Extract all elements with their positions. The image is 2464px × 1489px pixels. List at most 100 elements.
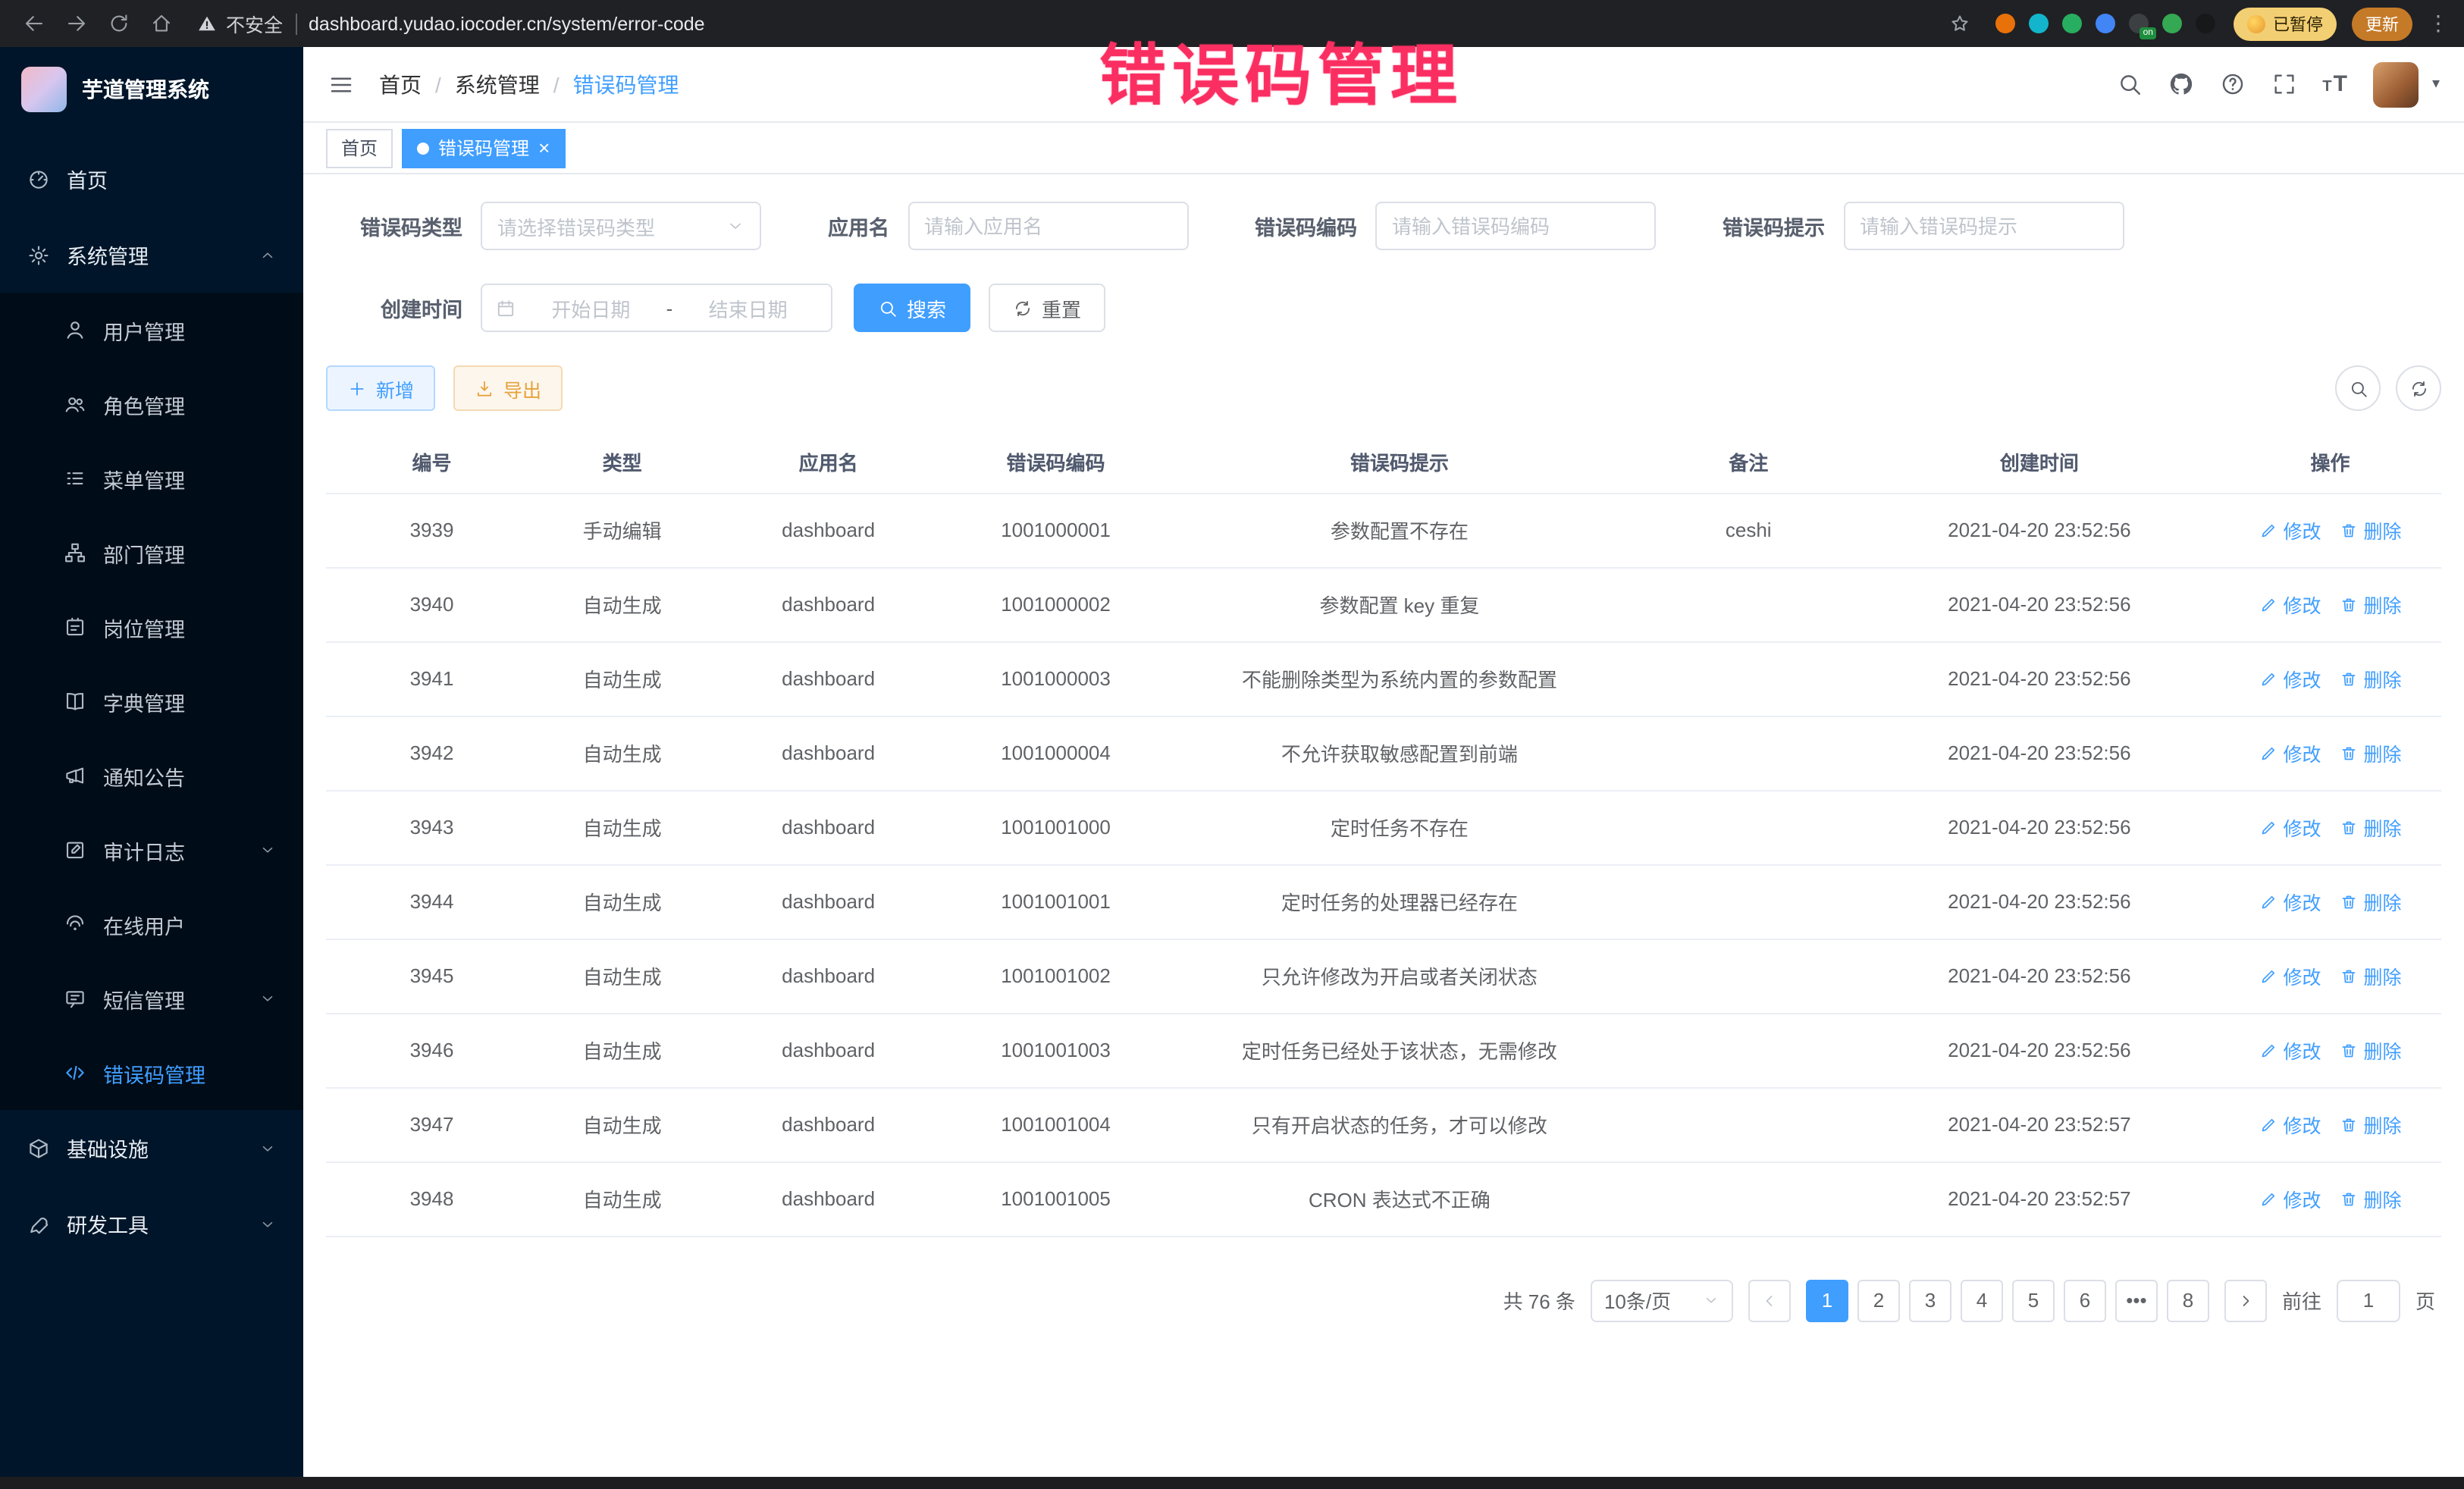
sidebar-item-audit-log[interactable]: 审计日志 (0, 813, 303, 887)
table-search-button[interactable] (2335, 365, 2381, 411)
page-button[interactable]: 4 (1961, 1279, 2003, 1321)
font-size-icon[interactable]: TT (2322, 73, 2347, 96)
help-icon[interactable] (2219, 71, 2245, 97)
page-button[interactable]: 6 (2064, 1279, 2106, 1321)
user-avatar[interactable] (2373, 61, 2419, 107)
tab-close-icon[interactable]: × (538, 138, 550, 158)
sidebar-item-online-user[interactable]: 在线用户 (0, 887, 303, 961)
app-name-input[interactable] (924, 215, 1171, 237)
delete-link[interactable]: 删除 (2340, 738, 2402, 767)
delete-link[interactable]: 删除 (2340, 813, 2402, 842)
pencil-icon (2259, 1190, 2277, 1208)
filter-app-name: 应用名 (828, 202, 1188, 250)
delete-link[interactable]: 删除 (2340, 887, 2402, 916)
delete-link[interactable]: 删除 (2340, 1184, 2402, 1213)
extension-icon[interactable] (2162, 14, 2182, 33)
delete-link[interactable]: 删除 (2340, 1110, 2402, 1139)
delete-link[interactable]: 删除 (2340, 664, 2402, 693)
next-page-button[interactable] (2224, 1279, 2267, 1321)
breadcrumb-item[interactable]: 首页 (379, 69, 422, 99)
page-button[interactable]: 2 (1857, 1279, 1900, 1321)
github-icon[interactable] (2168, 71, 2193, 97)
add-button[interactable]: 新增 (326, 365, 435, 411)
table-refresh-button[interactable] (2396, 365, 2441, 411)
sidebar-collapse-button[interactable] (328, 71, 355, 98)
prev-page-button[interactable] (1748, 1279, 1791, 1321)
update-button[interactable]: 更新 (2352, 7, 2412, 40)
page-size-value: 10条/页 (1604, 1286, 1671, 1315)
table-row: 3945自动生成dashboard1001001002只允许修改为开启或者关闭状… (326, 939, 2441, 1013)
page-button[interactable]: 1 (1806, 1279, 1848, 1321)
reload-button[interactable] (100, 5, 136, 42)
goto-page-input[interactable] (2337, 1279, 2400, 1321)
sidebar-item-post[interactable]: 岗位管理 (0, 590, 303, 664)
pagination-more-button[interactable]: ••• (2115, 1279, 2158, 1321)
tab-home[interactable]: 首页 (326, 128, 393, 168)
breadcrumb-item[interactable]: 系统管理 (455, 69, 540, 99)
chrome-menu-icon[interactable]: ⋮ (2428, 11, 2449, 36)
forward-button[interactable] (58, 5, 94, 42)
sidebar-item-label: 字典管理 (103, 686, 185, 716)
edit-link[interactable]: 修改 (2259, 664, 2321, 693)
cell-time: 2021-04-20 23:52:56 (1860, 567, 2219, 641)
page-button[interactable]: 8 (2167, 1279, 2209, 1321)
sidebar-item-notice[interactable]: 通知公告 (0, 738, 303, 813)
cell-actions: 修改删除 (2219, 716, 2441, 790)
error-msg-input[interactable] (1860, 215, 2107, 237)
avatar-caret-icon[interactable]: ▾ (2432, 76, 2440, 92)
edit-link[interactable]: 修改 (2259, 590, 2321, 619)
sidebar-item-error-code[interactable]: 错误码管理 (0, 1036, 303, 1110)
error-code-input[interactable] (1392, 215, 1639, 237)
sidebar-item-menu[interactable]: 菜单管理 (0, 441, 303, 516)
page-button[interactable]: 5 (2012, 1279, 2055, 1321)
edit-link[interactable]: 修改 (2259, 516, 2321, 544)
edit-link[interactable]: 修改 (2259, 887, 2321, 916)
home-button[interactable] (143, 5, 179, 42)
extension-icon[interactable] (2096, 14, 2115, 33)
cell-app: dashboard (707, 1087, 950, 1161)
reset-button[interactable]: 重置 (989, 284, 1105, 332)
edit-link[interactable]: 修改 (2259, 1036, 2321, 1064)
extension-icon[interactable] (1995, 14, 2015, 33)
date-range-picker[interactable]: 开始日期 - 结束日期 (481, 284, 832, 332)
extension-icon[interactable] (2196, 14, 2215, 33)
delete-link[interactable]: 删除 (2340, 590, 2402, 619)
edit-link[interactable]: 修改 (2259, 813, 2321, 842)
profile-paused-badge[interactable]: 已暂停 (2234, 7, 2337, 40)
sidebar-item-system[interactable]: 系统管理 (0, 217, 303, 293)
address-bar[interactable]: 不安全 dashboard.yudao.iocoder.cn/system/er… (197, 9, 1935, 38)
search-icon[interactable] (2116, 71, 2142, 97)
edit-link[interactable]: 修改 (2259, 1110, 2321, 1139)
sidebar-item-sms[interactable]: 短信管理 (0, 961, 303, 1036)
error-type-select[interactable]: 请选择错误码类型 (481, 202, 761, 250)
delete-link[interactable]: 删除 (2340, 516, 2402, 544)
cell-remark (1638, 1161, 1860, 1236)
page-button[interactable]: 3 (1909, 1279, 1951, 1321)
delete-link[interactable]: 删除 (2340, 961, 2402, 990)
sidebar-item-dict[interactable]: 字典管理 (0, 664, 303, 738)
edit-link[interactable]: 修改 (2259, 961, 2321, 990)
bookmark-star-button[interactable] (1941, 5, 1977, 42)
extension-icon[interactable]: on (2129, 14, 2149, 33)
back-button[interactable] (15, 5, 52, 42)
reload-icon (107, 12, 130, 35)
sidebar-item-dept[interactable]: 部门管理 (0, 516, 303, 590)
edit-link[interactable]: 修改 (2259, 738, 2321, 767)
sidebar-item-dev-tools[interactable]: 研发工具 (0, 1186, 303, 1262)
tab-error-code[interactable]: 错误码管理× (402, 128, 565, 168)
extension-icon[interactable] (2029, 14, 2049, 33)
sidebar-item-user[interactable]: 用户管理 (0, 293, 303, 367)
edit-link[interactable]: 修改 (2259, 1184, 2321, 1213)
extension-icon[interactable] (2062, 14, 2082, 33)
search-button[interactable]: 搜索 (854, 284, 970, 332)
warning-icon (197, 14, 217, 33)
delete-link[interactable]: 删除 (2340, 1036, 2402, 1064)
fullscreen-icon[interactable] (2271, 71, 2296, 97)
sidebar-item-role[interactable]: 角色管理 (0, 367, 303, 441)
sidebar-item-home[interactable]: 首页 (0, 141, 303, 217)
page-size-select[interactable]: 10条/页 (1591, 1279, 1733, 1321)
chevron-left-icon (1760, 1291, 1779, 1309)
sidebar-item-infra[interactable]: 基础设施 (0, 1110, 303, 1186)
export-button[interactable]: 导出 (453, 365, 563, 411)
security-status[interactable]: 不安全 (197, 9, 283, 38)
